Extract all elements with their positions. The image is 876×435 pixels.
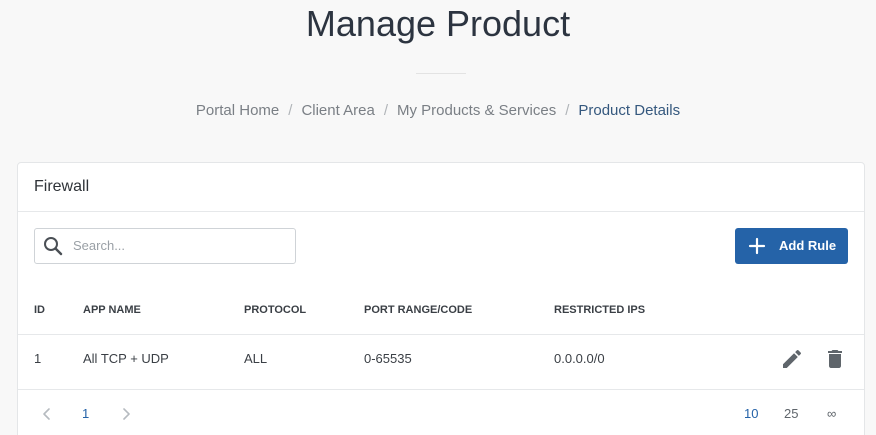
pagination-page-current[interactable]: 1 xyxy=(82,406,89,422)
column-header-app-name[interactable]: APP NAME xyxy=(83,303,141,317)
search-icon xyxy=(43,236,63,256)
add-rule-button[interactable]: Add Rule xyxy=(735,228,848,264)
pencil-icon[interactable] xyxy=(780,347,804,371)
firewall-card: Firewall Add Rule ID APP NAME PROTOCOL xyxy=(17,162,865,435)
cell-port-range: 0-65535 xyxy=(364,351,412,366)
breadcrumb-separator: / xyxy=(288,102,293,119)
table-header-divider xyxy=(18,334,864,335)
cell-protocol: ALL xyxy=(244,351,268,366)
column-header-id[interactable]: ID xyxy=(34,303,45,317)
page: Manage Product Portal Home / Client Area / M… xyxy=(0,0,876,435)
cell-app-name: All TCP + UDP xyxy=(83,351,169,366)
breadcrumb-separator: / xyxy=(565,102,570,119)
card-title: Firewall xyxy=(34,178,90,195)
column-header-protocol[interactable]: PROTOCOL xyxy=(244,303,306,317)
page-size-25[interactable]: 25 xyxy=(784,406,798,422)
breadcrumb-separator: / xyxy=(383,102,388,119)
breadcrumb: Portal Home / Client Area / My Products & Se… xyxy=(0,100,876,122)
page-title: Manage Product xyxy=(305,3,571,44)
page-size-all[interactable]: ∞ xyxy=(827,406,836,422)
trash-icon[interactable] xyxy=(823,347,847,371)
breadcrumb-client-area[interactable]: Client Area xyxy=(301,102,374,119)
chevron-left-icon[interactable] xyxy=(40,406,54,422)
search-box[interactable] xyxy=(34,228,296,264)
cell-restricted-ips: 0.0.0.0/0 xyxy=(554,351,605,366)
breadcrumb-portal-home[interactable]: Portal Home xyxy=(196,102,279,119)
table-row-divider xyxy=(18,389,864,390)
column-header-port-range[interactable]: PORT RANGE/CODE xyxy=(364,303,472,317)
chevron-right-icon[interactable] xyxy=(119,406,133,422)
cell-id: 1 xyxy=(34,351,42,366)
page-size-10[interactable]: 10 xyxy=(744,406,758,422)
plus-icon xyxy=(748,237,766,255)
title-divider xyxy=(416,73,466,74)
breadcrumb-product-details: Product Details xyxy=(578,102,681,119)
column-header-restricted-ips[interactable]: RESTRICTED IPS xyxy=(554,303,645,317)
search-input[interactable] xyxy=(73,229,283,261)
add-rule-label: Add Rule xyxy=(779,238,837,253)
card-header: Firewall xyxy=(18,163,864,212)
breadcrumb-my-products[interactable]: My Products & Services xyxy=(397,102,556,119)
